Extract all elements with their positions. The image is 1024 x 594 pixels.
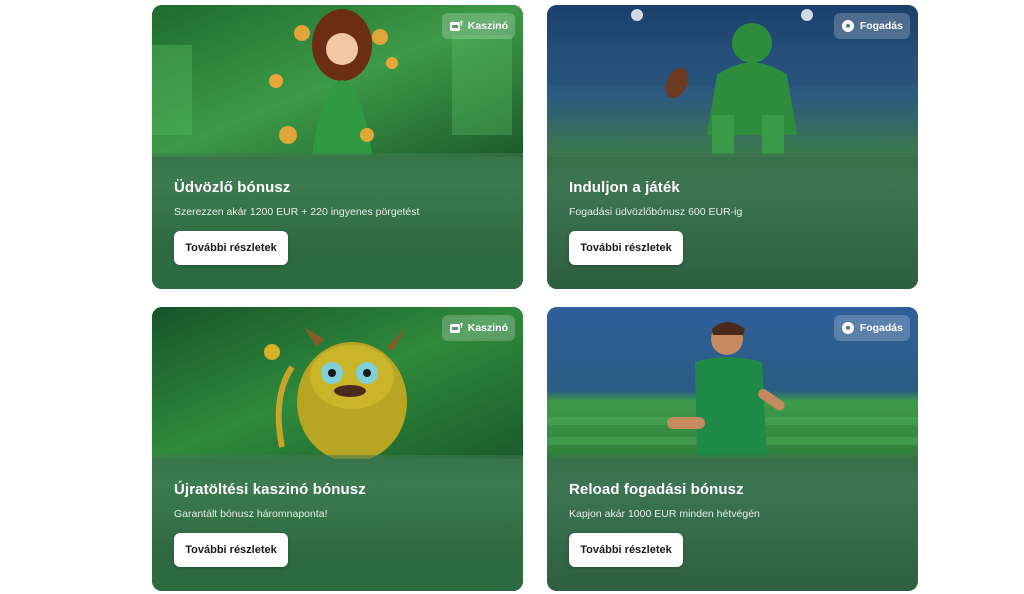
more-details-button[interactable]: További részletek <box>174 231 288 265</box>
category-badge-betting: Fogadás <box>833 315 910 341</box>
promo-panel <box>152 153 523 289</box>
badge-label: Kaszinó <box>467 322 508 334</box>
more-details-button[interactable]: További részletek <box>174 533 288 567</box>
promo-card-get-started[interactable]: Fogadás Induljon a játék Fogadási üdvözl… <box>547 5 918 289</box>
promo-subtitle: Fogadási üdvözlőbónusz 600 EUR-ig <box>569 206 743 218</box>
badge-label: Kaszinó <box>467 20 508 32</box>
promo-card-welcome-bonus[interactable]: Kaszinó Üdvözlő bónusz Szerezzen akár 12… <box>152 5 523 289</box>
promo-card-reload-betting[interactable]: Fogadás Reload fogadási bónusz Kapjon ak… <box>547 307 918 591</box>
promo-subtitle: Szerezzen akár 1200 EUR + 220 ingyenes p… <box>174 206 420 218</box>
soccer-ball-icon <box>841 321 855 335</box>
promo-panel <box>152 455 523 591</box>
category-badge-casino: Kaszinó <box>441 315 515 341</box>
category-badge-betting: Fogadás <box>833 13 910 39</box>
promo-title: Üdvözlő bónusz <box>174 179 291 196</box>
badge-label: Fogadás <box>859 322 903 334</box>
promotions-grid: Kaszinó Üdvözlő bónusz Szerezzen akár 12… <box>152 5 918 591</box>
promo-title: Újratöltési kaszinó bónusz <box>174 481 366 498</box>
more-details-button[interactable]: További részletek <box>569 231 683 265</box>
promo-panel <box>547 153 918 289</box>
slot-machine-icon <box>449 321 463 335</box>
promo-card-reload-casino[interactable]: Kaszinó Újratöltési kaszinó bónusz Garan… <box>152 307 523 591</box>
category-badge-casino: Kaszinó <box>441 13 515 39</box>
badge-label: Fogadás <box>859 20 903 32</box>
promo-panel <box>547 455 918 591</box>
promo-title: Induljon a játék <box>569 179 680 196</box>
soccer-ball-icon <box>841 19 855 33</box>
promo-subtitle: Kapjon akár 1000 EUR minden hétvégén <box>569 508 760 520</box>
promo-title: Reload fogadási bónusz <box>569 481 744 498</box>
promo-subtitle: Garantált bónusz háromnaponta! <box>174 508 328 520</box>
slot-machine-icon <box>449 19 463 33</box>
more-details-button[interactable]: További részletek <box>569 533 683 567</box>
